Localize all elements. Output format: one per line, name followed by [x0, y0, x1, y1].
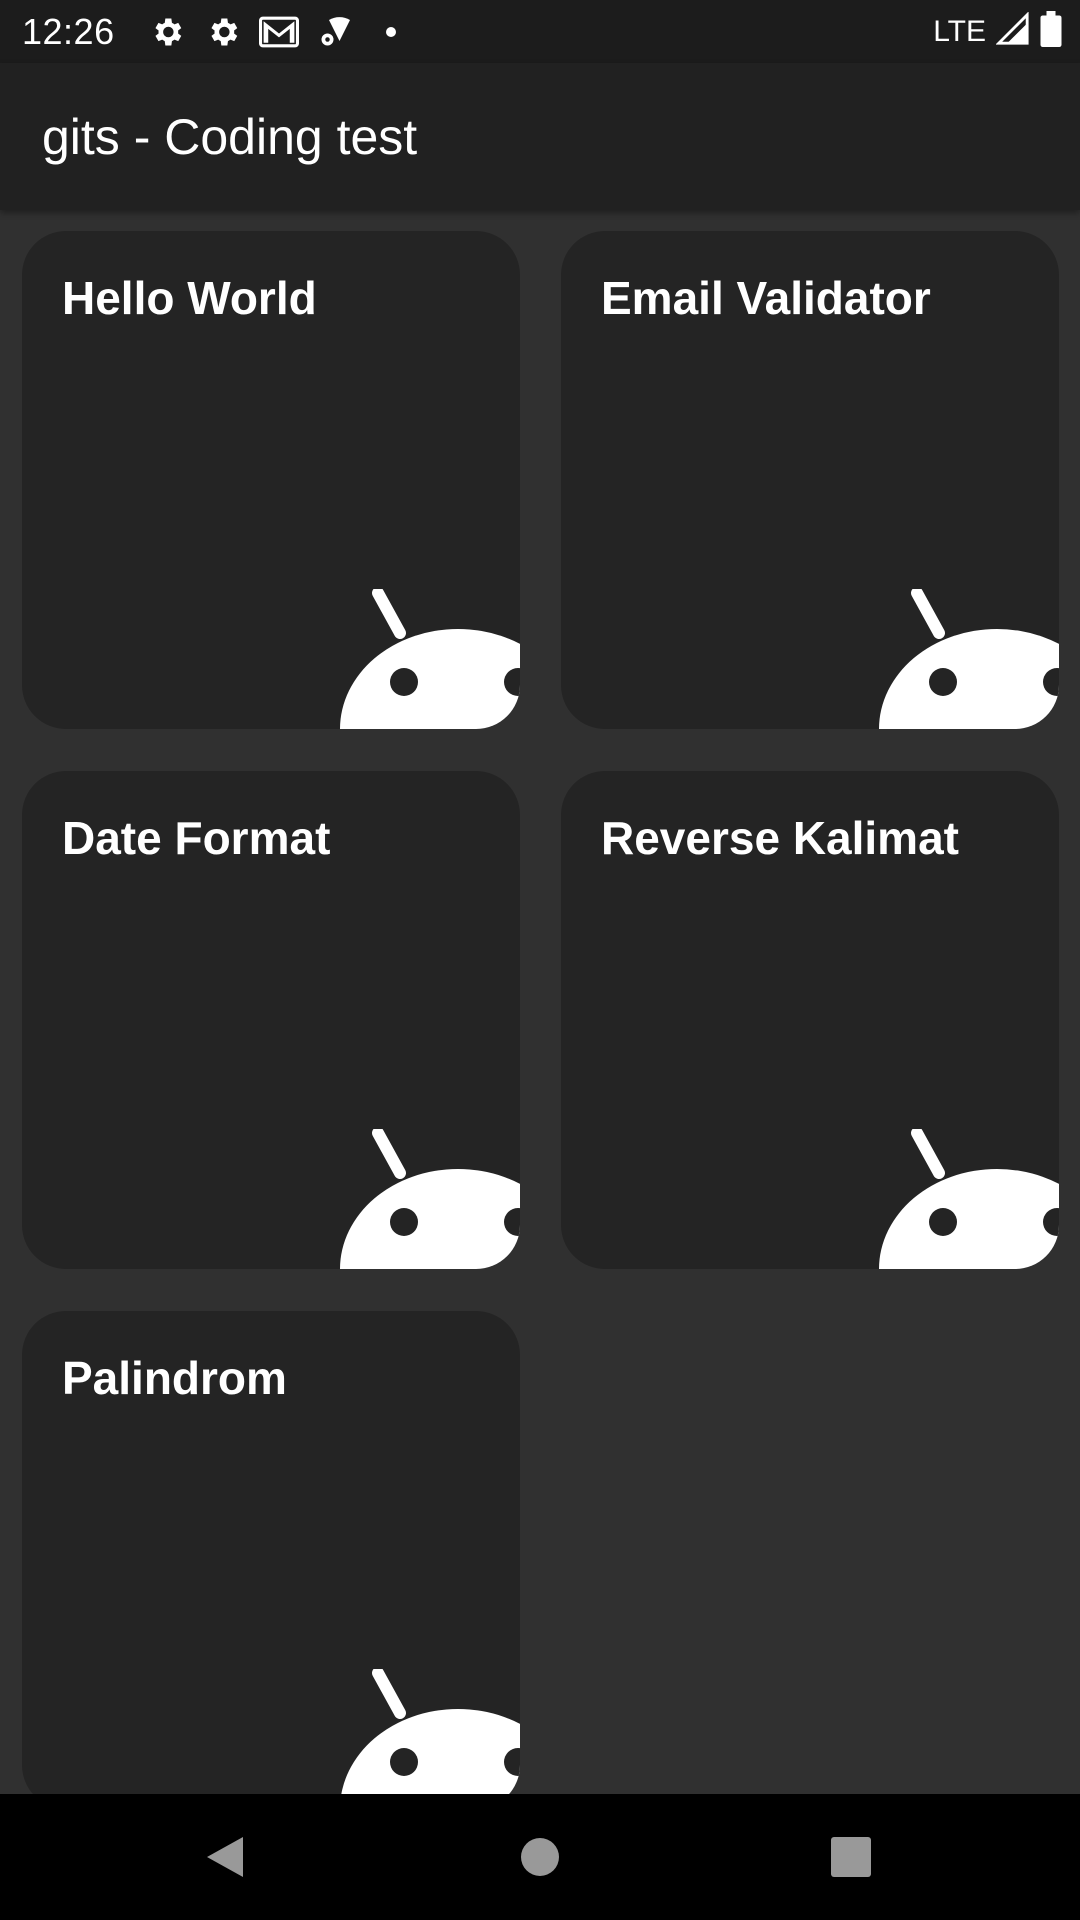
navigation-bar	[0, 1794, 1080, 1920]
signal-icon	[995, 11, 1030, 51]
card-title: Email Validator	[601, 272, 931, 324]
android-icon	[341, 1669, 520, 1794]
android-icon	[340, 589, 520, 729]
app-title: gits - Coding test	[42, 108, 418, 165]
back-icon	[207, 1837, 243, 1877]
card-title: Hello World	[62, 272, 317, 324]
settings-icon	[195, 0, 251, 63]
feature-grid: Hello World Email Validator Date Format …	[0, 210, 1080, 1794]
back-button[interactable]	[165, 1794, 285, 1920]
card-title: Date Format	[62, 812, 331, 864]
card-reverse-kalimat[interactable]: Reverse Kalimat	[561, 771, 1059, 1269]
android-icon	[879, 589, 1059, 729]
notification-icons	[139, 0, 419, 63]
status-bar: 12:26 LTE	[0, 0, 1080, 63]
gmail-icon	[251, 0, 307, 63]
card-hello-world[interactable]: Hello World	[22, 231, 520, 729]
status-time: 12:26	[22, 10, 115, 52]
home-icon	[521, 1838, 559, 1876]
battery-icon	[1040, 11, 1062, 52]
recents-icon	[831, 1837, 871, 1877]
android-icon	[879, 1129, 1059, 1269]
app-bar: gits - Coding test	[0, 63, 1080, 210]
wifi-settings-icon	[307, 0, 363, 63]
recents-button[interactable]	[791, 1794, 911, 1920]
home-button[interactable]	[480, 1794, 600, 1920]
card-title: Palindrom	[62, 1352, 287, 1404]
card-email-validator[interactable]: Email Validator	[561, 231, 1059, 729]
card-palindrom[interactable]: Palindrom	[22, 1311, 520, 1794]
android-icon	[340, 1129, 520, 1269]
dot-icon	[363, 0, 419, 63]
card-title: Reverse Kalimat	[601, 812, 959, 864]
status-right-icons: LTE	[933, 0, 1062, 63]
network-type: LTE	[933, 14, 986, 48]
card-date-format[interactable]: Date Format	[22, 771, 520, 1269]
settings-icon	[139, 0, 195, 63]
